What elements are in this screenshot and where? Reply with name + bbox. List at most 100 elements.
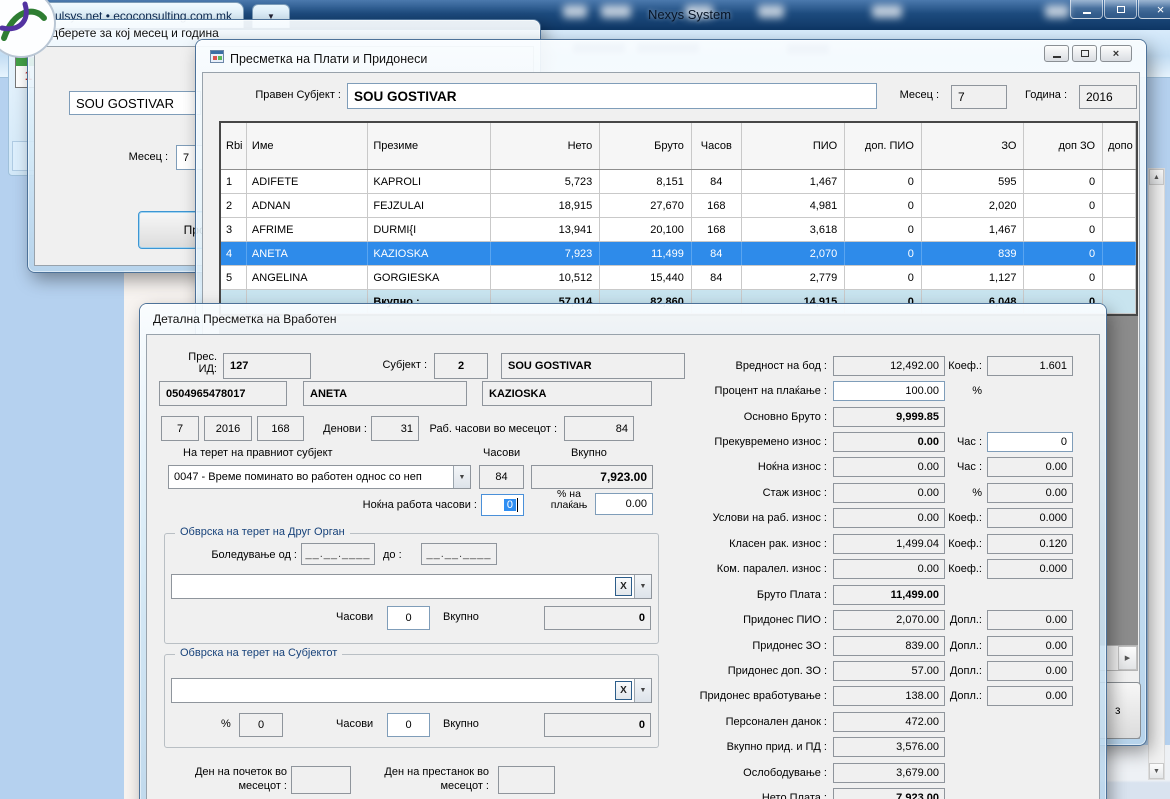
scroll-right-icon[interactable]: ▶ — [1118, 646, 1137, 670]
sick-from-input[interactable]: __.__.____ — [301, 543, 375, 565]
glass-reflection — [758, 5, 784, 18]
dialog-title[interactable]: Одберете за кој месец и година — [42, 26, 219, 40]
table-cell: 2,779 — [742, 266, 846, 289]
chevron-down-icon[interactable]: ▼ — [453, 466, 470, 488]
hours-header: Часови — [483, 447, 520, 459]
field-label: Процент на плаќање : — [695, 385, 833, 397]
clear-icon[interactable]: X — [615, 577, 632, 596]
other-organ-dropdown[interactable]: X ▼ — [171, 574, 652, 599]
extra-label: % — [945, 385, 987, 397]
detail-field-row: Ослободување :3,679.00 — [695, 760, 1087, 785]
table-cell: 5 — [221, 266, 247, 289]
field-label: Прекувремено износ : — [695, 436, 833, 448]
table-row[interactable]: 5ANGELINAGORGIESKA10,51215,440842,77901,… — [221, 266, 1136, 290]
table-row[interactable]: 1ADIFETEKAPROLI5,7238,151841,46705950 — [221, 170, 1136, 194]
night-hours-input[interactable]: 0 — [481, 494, 524, 516]
group-title: Обврска на терет на Друг Орган — [175, 526, 350, 538]
field-label: Вкупно прид. и ПД : — [695, 741, 833, 753]
field-value: 57.00 — [833, 661, 945, 681]
scroll-up-icon[interactable]: ▲ — [1149, 169, 1164, 185]
extra-value: 0.00 — [987, 686, 1073, 706]
night-pct-input[interactable]: 0.00 — [595, 493, 653, 515]
restore-button[interactable] — [1072, 45, 1097, 62]
table-cell: ADIFETE — [247, 170, 368, 193]
extra-label: Час : — [945, 436, 987, 448]
table-cell: 84 — [692, 170, 742, 193]
table-cell: 595 — [922, 170, 1025, 193]
column-header[interactable]: Rbi — [221, 123, 247, 169]
detail-field-row: Нето Плата :7,923.00 — [695, 785, 1087, 799]
table-cell: 168 — [692, 218, 742, 241]
column-header[interactable]: Нето — [491, 123, 601, 169]
company-field[interactable]: SOU GOSTIVAR — [69, 91, 201, 115]
hours-input[interactable]: 0 — [387, 606, 430, 630]
table-cell: 20,100 — [600, 218, 692, 241]
column-header[interactable]: доп. ПИО — [845, 123, 922, 169]
chevron-down-icon[interactable]: ▼ — [634, 575, 651, 598]
column-header[interactable]: Презиме — [368, 123, 490, 169]
total-label: Вкупно — [443, 718, 479, 730]
table-row[interactable]: 3AFRIMEDURMI{I13,94120,1001683,61801,467… — [221, 218, 1136, 242]
selected-text: 0 — [504, 499, 516, 511]
table-cell — [1103, 170, 1136, 193]
table-row[interactable]: 4ANETAKAZIOSKA7,92311,499842,07008390 — [221, 242, 1136, 266]
minimize-button[interactable] — [1044, 45, 1069, 62]
field-value[interactable]: 100.00 — [833, 381, 945, 401]
field-value: 0.00 — [833, 483, 945, 503]
detail-field-row: Бруто Плата :11,499.00 — [695, 582, 1087, 607]
column-header[interactable]: ЗО — [922, 123, 1025, 169]
table-cell: 0 — [1024, 194, 1103, 217]
sick-from-label: Боледување од : — [191, 549, 297, 561]
right-fields: Вредност на бод :12,492.00Коеф.:1.601Про… — [695, 353, 1087, 799]
column-header[interactable]: доп ЗО — [1024, 123, 1103, 169]
table-cell — [1103, 194, 1136, 217]
detail-field-row: Придонес доп. ЗО :57.00Допл.:0.00 — [695, 658, 1087, 683]
work-type-dropdown[interactable]: 0047 - Време поминато во работен однос с… — [168, 465, 471, 489]
clear-icon[interactable]: X — [615, 681, 632, 700]
vertical-scrollbar[interactable]: ▲ ▼ — [1148, 168, 1165, 780]
pct-label: % наплаќањ — [546, 489, 592, 511]
detail-field-row: Ком. паралел. износ :0.00Коеф.:0.000 — [695, 557, 1087, 582]
column-header[interactable]: Бруто — [600, 123, 692, 169]
column-header[interactable]: Часов — [692, 123, 742, 169]
table-cell: 4,981 — [742, 194, 846, 217]
chevron-down-icon[interactable]: ▼ — [634, 679, 651, 702]
table-cell: 168 — [692, 194, 742, 217]
group-title: Обврска на терет на Субјектот — [175, 647, 342, 659]
subject-field[interactable]: SOU GOSTIVAR — [347, 83, 877, 109]
table-cell: 2 — [221, 194, 247, 217]
payroll-window-controls: × — [1044, 45, 1132, 62]
end-day-field[interactable] — [498, 766, 555, 794]
table-cell: 0 — [845, 266, 922, 289]
field-label: Основно Бруто : — [695, 411, 833, 423]
column-header[interactable]: Име — [247, 123, 368, 169]
subject-burden-dropdown[interactable]: X ▼ — [171, 678, 652, 703]
column-header[interactable]: допо — [1103, 123, 1136, 169]
payroll-window-title[interactable]: Пресметка на Плати и Придонеси — [230, 52, 427, 66]
scroll-down-icon[interactable]: ▼ — [1149, 763, 1164, 779]
detail-window-title[interactable]: Детална Пресметка на Вработен — [153, 312, 337, 326]
field-value: 1,499.04 — [833, 534, 945, 554]
hours-input[interactable]: 0 — [387, 713, 430, 737]
main-window-title: Nexys System — [648, 7, 731, 22]
table-cell: 27,670 — [600, 194, 692, 217]
form-icon — [210, 50, 224, 63]
field-label: Услови на раб. износ : — [695, 512, 833, 524]
extra-value[interactable]: 0 — [987, 432, 1073, 452]
column-header[interactable]: ПИО — [742, 123, 846, 169]
detail-field-row: Вкупно прид. и ПД :3,576.00 — [695, 735, 1087, 760]
close-icon[interactable]: × — [1100, 45, 1132, 62]
minimize-button[interactable] — [1070, 0, 1103, 19]
table-row[interactable]: 2ADNANFEJZULAI18,91527,6701684,98102,020… — [221, 194, 1136, 218]
close-icon[interactable]: × — [1138, 0, 1170, 19]
embg-field: 0504965478017 — [159, 381, 287, 406]
sick-to-input[interactable]: __.__.____ — [421, 543, 497, 565]
end-day-label: Ден на престанок вомесецот : — [371, 765, 489, 793]
field-value: 3,576.00 — [833, 737, 945, 757]
table-cell: ANGELINA — [247, 266, 368, 289]
start-day-field[interactable] — [291, 766, 351, 794]
hours-label: Часови — [336, 718, 373, 730]
table-cell — [1103, 266, 1136, 289]
restore-button[interactable] — [1104, 0, 1137, 19]
glass-reflection — [601, 5, 631, 18]
